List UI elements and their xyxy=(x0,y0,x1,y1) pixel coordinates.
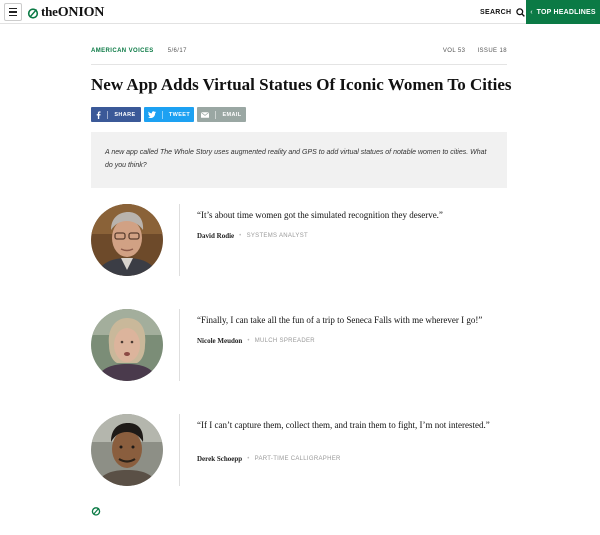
divider xyxy=(179,204,180,276)
facebook-share-button[interactable]: SHARE xyxy=(91,107,141,122)
response-item: “Finally, I can take all the fun of a tr… xyxy=(91,309,507,383)
facebook-icon xyxy=(97,110,101,119)
volume-label: VOL 53 xyxy=(442,48,466,54)
divider xyxy=(91,64,507,65)
menu-icon xyxy=(9,7,17,10)
site-logo[interactable]: theONION xyxy=(27,4,104,21)
twitter-share-button[interactable]: TWEET xyxy=(144,107,194,122)
email-share-button[interactable]: EMAIL xyxy=(197,107,246,122)
article-summary: A new app called The Whole Story uses au… xyxy=(91,132,507,188)
onion-logo-icon xyxy=(27,7,39,19)
response-byline: Derek Schoepp • PART-TIME CALLIGRAPHER xyxy=(197,455,341,463)
respondent-title: SYSTEMS ANALYST xyxy=(246,233,308,239)
top-headlines-button[interactable]: ‹ TOP HEADLINES xyxy=(526,0,600,24)
email-icon xyxy=(201,111,210,118)
onion-logo-icon xyxy=(91,507,101,516)
avatar xyxy=(91,414,163,486)
footer-logo[interactable] xyxy=(91,503,101,521)
logo-the: the xyxy=(41,4,58,19)
article-meta: AMERICAN VOICES 5/6/17 VOL 53 ISSUE 18 xyxy=(91,48,507,54)
response-quote: “Finally, I can take all the fun of a tr… xyxy=(197,315,483,325)
avatar xyxy=(91,204,163,276)
response-byline: David Rodie • SYSTEMS ANALYST xyxy=(197,232,308,240)
article-title: New App Adds Virtual Statues Of Iconic W… xyxy=(91,75,512,94)
response-byline: Nicole Meudon • MULCH SPREADER xyxy=(197,337,315,345)
search-button[interactable]: SEARCH xyxy=(480,0,526,24)
response-item: “It’s about time women got the simulated… xyxy=(91,204,507,278)
respondent-name: Derek Schoepp xyxy=(197,455,243,463)
avatar xyxy=(91,309,163,381)
menu-button[interactable] xyxy=(4,3,22,21)
issue-label: ISSUE 18 xyxy=(477,48,507,54)
respondent-name: David Rodie xyxy=(197,232,235,240)
article-date: 5/6/17 xyxy=(167,48,187,54)
respondent-title: PART-TIME CALLIGRAPHER xyxy=(254,456,341,462)
respondent-name: Nicole Meudon xyxy=(197,337,243,345)
site-header: theONION SEARCH ‹ TOP HEADLINES xyxy=(0,0,600,24)
chevron-left-icon: ‹ xyxy=(530,8,533,16)
response-quote: “It’s about time women got the simulated… xyxy=(197,210,443,220)
divider xyxy=(179,309,180,381)
facebook-share-label: SHARE xyxy=(114,111,136,118)
response-quote: “If I can’t capture them, collect them, … xyxy=(197,420,490,430)
search-icon xyxy=(516,7,526,17)
logo-onion: ONION xyxy=(57,5,105,20)
section-link[interactable]: AMERICAN VOICES xyxy=(91,48,154,54)
email-share-label: EMAIL xyxy=(222,111,242,118)
search-label: SEARCH xyxy=(480,8,512,16)
twitter-icon xyxy=(147,111,156,118)
response-item: “If I can’t capture them, collect them, … xyxy=(91,414,507,488)
divider xyxy=(179,414,180,486)
twitter-share-label: TWEET xyxy=(168,111,191,118)
respondent-title: MULCH SPREADER xyxy=(254,338,315,344)
top-headlines-label: TOP HEADLINES xyxy=(536,8,596,16)
